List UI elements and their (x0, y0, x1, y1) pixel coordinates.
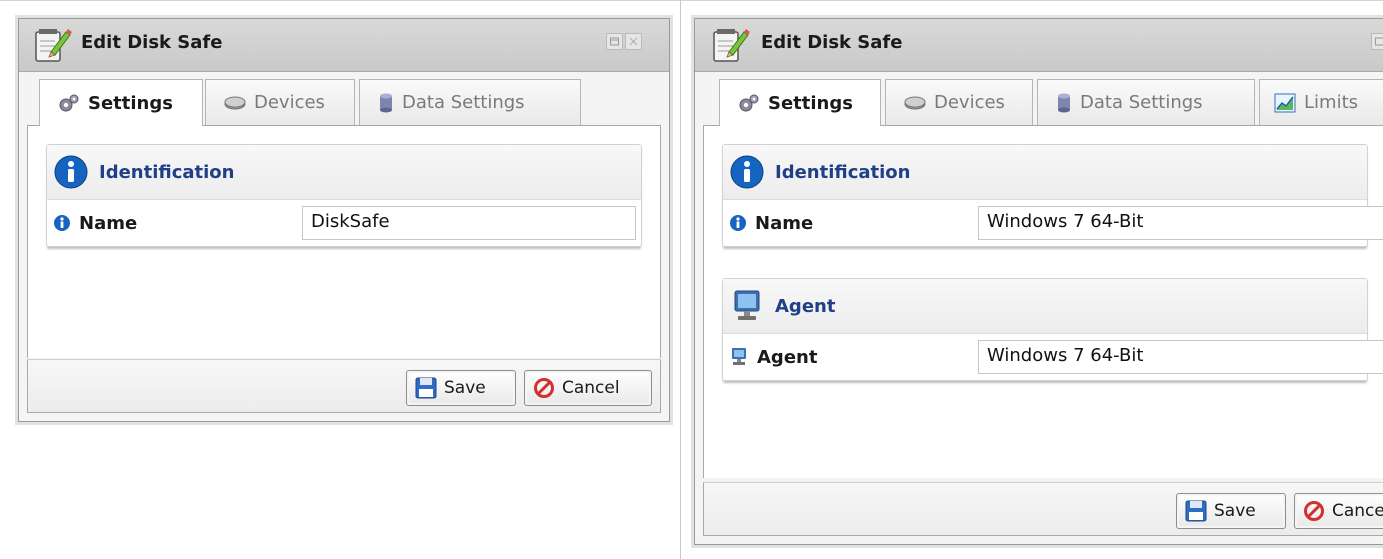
section-header: Identification (723, 145, 1367, 200)
dialog-footer: Save Cancel (27, 359, 661, 413)
top-border-line (0, 0, 1383, 1)
dialog-titlebar[interactable]: Edit Disk Safe (19, 19, 669, 72)
close-button[interactable] (625, 33, 642, 50)
maximize-icon (1375, 37, 1383, 46)
section-title: Agent (775, 295, 836, 317)
close-icon (629, 37, 638, 46)
tab-data-settings[interactable]: Data Settings (1037, 79, 1255, 125)
tab-label: Settings (88, 92, 173, 114)
maximize-icon (610, 37, 619, 46)
name-row: Name Windows 7 64-Bit (723, 200, 1383, 246)
identification-section: Identification Name DiskSafe (46, 144, 642, 247)
tab-devices[interactable]: Devices (885, 79, 1033, 125)
computer-small-icon (729, 347, 749, 367)
dialog-footer: Save Cancel (703, 482, 1383, 536)
tab-label: Settings (768, 92, 853, 114)
tab-label: Data Settings (402, 92, 525, 113)
dialog-titlebar[interactable]: Edit Disk Safe (695, 19, 1383, 72)
tab-bar: Settings Devices Data Settings Limits (703, 73, 1383, 126)
info-small-icon (53, 214, 71, 232)
save-button[interactable]: Save (1176, 493, 1286, 529)
disk-icon (904, 95, 926, 111)
section-title: Identification (99, 161, 235, 183)
notepad-pencil-icon (33, 26, 73, 64)
tab-label: Limits (1304, 92, 1358, 113)
save-label: Save (444, 378, 486, 398)
tab-content-panel: Identification Name DiskSafe (27, 126, 661, 358)
cancel-label: Cancel (1332, 501, 1383, 521)
section-header: Identification (47, 145, 641, 200)
agent-field[interactable]: Windows 7 64-Bit (978, 340, 1383, 374)
cancel-icon (533, 377, 555, 399)
tab-settings[interactable]: Settings (719, 79, 881, 126)
floppy-disk-icon (415, 377, 437, 399)
database-icon (1056, 93, 1072, 113)
gear-icon (58, 93, 80, 113)
info-icon (53, 154, 89, 190)
agent-label: Agent (757, 346, 818, 368)
save-label: Save (1214, 501, 1256, 521)
name-field[interactable]: Windows 7 64-Bit (978, 206, 1383, 240)
tab-label: Devices (934, 92, 1005, 113)
name-label: Name (79, 212, 138, 234)
cancel-label: Cancel (562, 378, 620, 398)
agent-section: Agent Agent Windows 7 64-Bit (722, 278, 1383, 381)
edit-disk-safe-dialog-1: Edit Disk Safe Settings Devices Data Set… (18, 18, 670, 422)
screenshot-divider (680, 0, 681, 559)
info-small-icon (729, 214, 747, 232)
maximize-button[interactable] (606, 33, 623, 50)
tab-label: Data Settings (1080, 92, 1203, 113)
section-title: Identification (775, 161, 911, 183)
tab-label: Devices (254, 92, 325, 113)
database-icon (378, 93, 394, 113)
chart-icon (1274, 93, 1296, 113)
name-field[interactable]: DiskSafe (302, 206, 636, 240)
tab-bar: Settings Devices Data Settings (27, 73, 661, 126)
gear-icon (738, 93, 760, 113)
cancel-icon (1303, 500, 1325, 522)
edit-disk-safe-dialog-2: Edit Disk Safe Settings Devices Data Set… (694, 18, 1383, 545)
agent-row: Agent Windows 7 64-Bit (723, 334, 1383, 380)
dialog-title: Edit Disk Safe (761, 32, 903, 53)
notepad-pencil-icon (711, 26, 751, 64)
name-row: Name DiskSafe (47, 200, 641, 246)
computer-icon (729, 288, 765, 324)
maximize-button[interactable] (1371, 33, 1383, 50)
tab-data-settings[interactable]: Data Settings (359, 79, 581, 125)
tab-devices[interactable]: Devices (205, 79, 355, 125)
name-label: Name (755, 212, 814, 234)
info-icon (729, 154, 765, 190)
tab-settings[interactable]: Settings (39, 79, 203, 126)
disk-icon (224, 95, 246, 111)
dialog-title: Edit Disk Safe (81, 32, 223, 53)
section-header: Agent (723, 279, 1367, 334)
cancel-button[interactable]: Cancel (524, 370, 652, 406)
tab-limits[interactable]: Limits (1259, 79, 1383, 125)
save-button[interactable]: Save (406, 370, 516, 406)
floppy-disk-icon (1185, 500, 1207, 522)
identification-section: Identification Name Windows 7 64-Bit (722, 144, 1383, 247)
tab-content-panel: Identification Name Windows 7 64-Bit Age… (703, 126, 1383, 478)
cancel-button[interactable]: Cancel (1294, 493, 1383, 529)
